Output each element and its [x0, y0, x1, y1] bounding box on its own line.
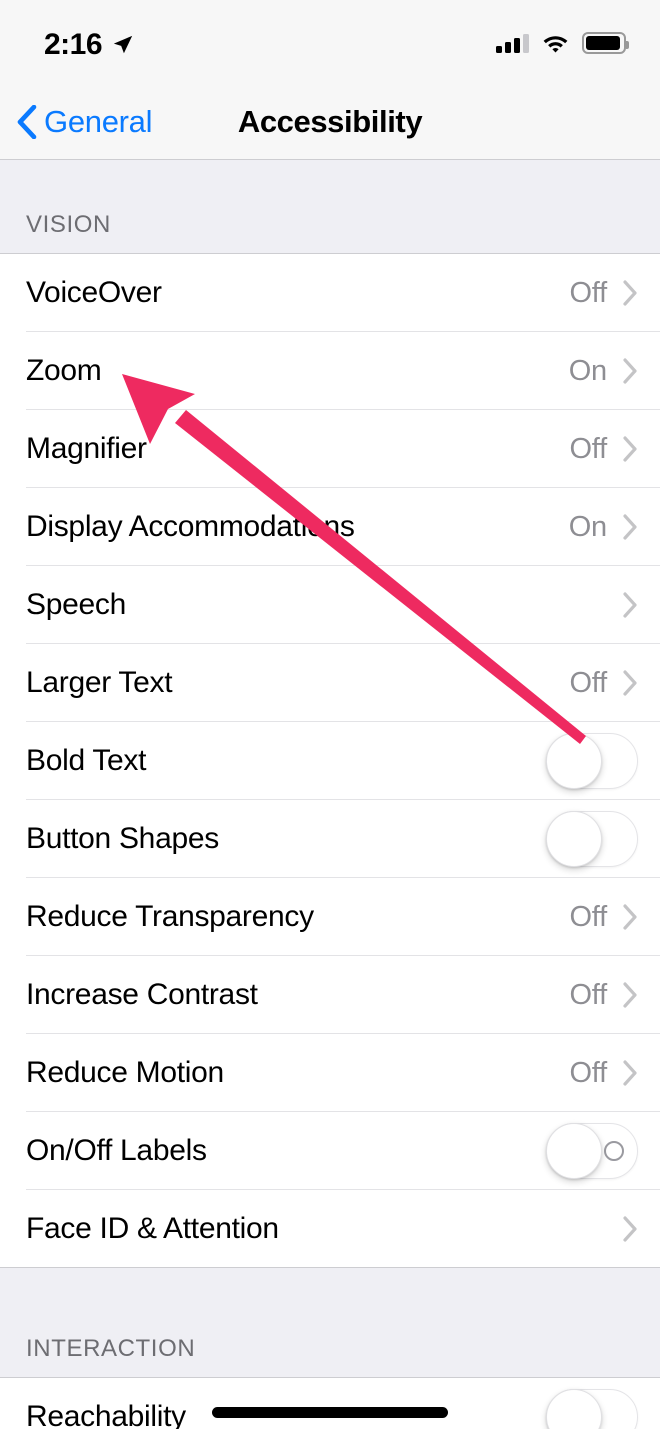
row-button-shapes-label: Button Shapes [26, 822, 219, 855]
row-voiceover[interactable]: VoiceOver Off [0, 254, 660, 332]
row-reduce-motion-accessory: Off [569, 1057, 638, 1090]
bold-text-toggle[interactable] [546, 733, 638, 789]
row-zoom-value: On [568, 354, 607, 387]
row-voiceover-value: Off [569, 276, 607, 309]
on-off-labels-toggle[interactable] [546, 1123, 638, 1179]
settings-group-vision: VoiceOver Off Zoom On Magnifier Off Disp… [0, 254, 660, 1268]
section-header-interaction-label: INTERACTION [26, 1335, 196, 1362]
row-larger-text-accessory: Off [569, 667, 638, 700]
home-indicator [212, 1407, 448, 1418]
chevron-right-icon [623, 436, 637, 462]
row-larger-text[interactable]: Larger Text Off [0, 644, 660, 722]
row-reachability[interactable]: Reachability [0, 1378, 660, 1429]
row-voiceover-label: VoiceOver [26, 276, 162, 309]
chevron-right-icon [623, 592, 637, 618]
iphone-screen: 2:16 General Accessibility VISION VoiceO… [0, 0, 660, 1429]
row-magnifier-label: Magnifier [26, 432, 147, 465]
row-face-id-attention-label: Face ID & Attention [26, 1212, 279, 1245]
row-bold-text-accessory [546, 733, 638, 789]
row-display-accommodations[interactable]: Display Accommodations On [0, 488, 660, 566]
row-reduce-transparency[interactable]: Reduce Transparency Off [0, 878, 660, 956]
row-face-id-attention-accessory [607, 1216, 638, 1242]
chevron-right-icon [623, 280, 637, 306]
settings-group-interaction: Reachability [0, 1378, 660, 1429]
row-zoom-label: Zoom [26, 354, 102, 387]
back-button[interactable]: General [0, 104, 152, 140]
chevron-right-icon [623, 904, 637, 930]
row-display-accommodations-accessory: On [569, 511, 638, 544]
button-shapes-toggle[interactable] [546, 811, 638, 867]
row-increase-contrast-label: Increase Contrast [26, 978, 258, 1011]
row-increase-contrast-accessory: Off [569, 979, 638, 1012]
chevron-right-icon [623, 982, 637, 1008]
row-zoom[interactable]: Zoom On [0, 332, 660, 410]
section-header-vision: VISION [0, 160, 660, 254]
toggle-knob [546, 1389, 602, 1429]
row-reachability-label: Reachability [26, 1400, 186, 1429]
row-on-off-labels-accessory [546, 1123, 638, 1179]
row-magnifier-value: Off [569, 432, 607, 465]
row-reduce-motion[interactable]: Reduce Motion Off [0, 1034, 660, 1112]
row-larger-text-value: Off [569, 666, 607, 699]
off-label-circle-icon [604, 1141, 624, 1161]
toggle-knob [546, 811, 602, 867]
location-arrow-icon [113, 35, 133, 53]
status-bar-clock: 2:16 [44, 27, 103, 61]
row-magnifier-accessory: Off [569, 433, 638, 466]
row-reduce-motion-value: Off [569, 1056, 607, 1089]
chevron-left-icon [17, 105, 37, 139]
section-header-interaction: INTERACTION [0, 1268, 660, 1378]
cellular-signal-icon [496, 33, 529, 53]
row-bold-text[interactable]: Bold Text [0, 722, 660, 800]
row-bold-text-label: Bold Text [26, 744, 147, 777]
chevron-right-icon [623, 1216, 637, 1242]
row-magnifier[interactable]: Magnifier Off [0, 410, 660, 488]
chevron-right-icon [623, 1060, 637, 1086]
reachability-toggle[interactable] [546, 1389, 638, 1429]
row-display-accommodations-label: Display Accommodations [26, 510, 355, 543]
row-voiceover-accessory: Off [569, 277, 638, 310]
row-reduce-transparency-label: Reduce Transparency [26, 900, 314, 933]
status-bar: 2:16 [0, 0, 660, 85]
status-bar-right [496, 31, 629, 54]
row-button-shapes[interactable]: Button Shapes [0, 800, 660, 878]
row-face-id-attention[interactable]: Face ID & Attention [0, 1190, 660, 1268]
row-reduce-motion-label: Reduce Motion [26, 1056, 224, 1089]
battery-icon [582, 31, 629, 54]
row-display-accommodations-value: On [568, 510, 607, 543]
wifi-icon [543, 35, 568, 52]
row-larger-text-label: Larger Text [26, 666, 173, 699]
row-speech[interactable]: Speech [0, 566, 660, 644]
row-zoom-accessory: On [569, 355, 638, 388]
status-bar-left: 2:16 [44, 26, 134, 60]
toggle-knob [546, 1123, 602, 1179]
row-speech-accessory [607, 592, 638, 618]
row-on-off-labels-label: On/Off Labels [26, 1134, 207, 1167]
row-button-shapes-accessory [546, 811, 638, 867]
chevron-right-icon [623, 358, 637, 384]
toggle-knob [546, 733, 602, 789]
chevron-right-icon [623, 670, 637, 696]
navigation-bar: General Accessibility [0, 85, 660, 160]
chevron-right-icon [623, 514, 637, 540]
row-speech-label: Speech [26, 588, 126, 621]
row-increase-contrast[interactable]: Increase Contrast Off [0, 956, 660, 1034]
section-header-vision-label: VISION [26, 211, 111, 238]
row-increase-contrast-value: Off [569, 978, 607, 1011]
back-button-label: General [44, 104, 153, 139]
row-reachability-accessory [546, 1389, 638, 1429]
row-on-off-labels[interactable]: On/Off Labels [0, 1112, 660, 1190]
row-reduce-transparency-accessory: Off [569, 901, 638, 934]
row-reduce-transparency-value: Off [569, 900, 607, 933]
